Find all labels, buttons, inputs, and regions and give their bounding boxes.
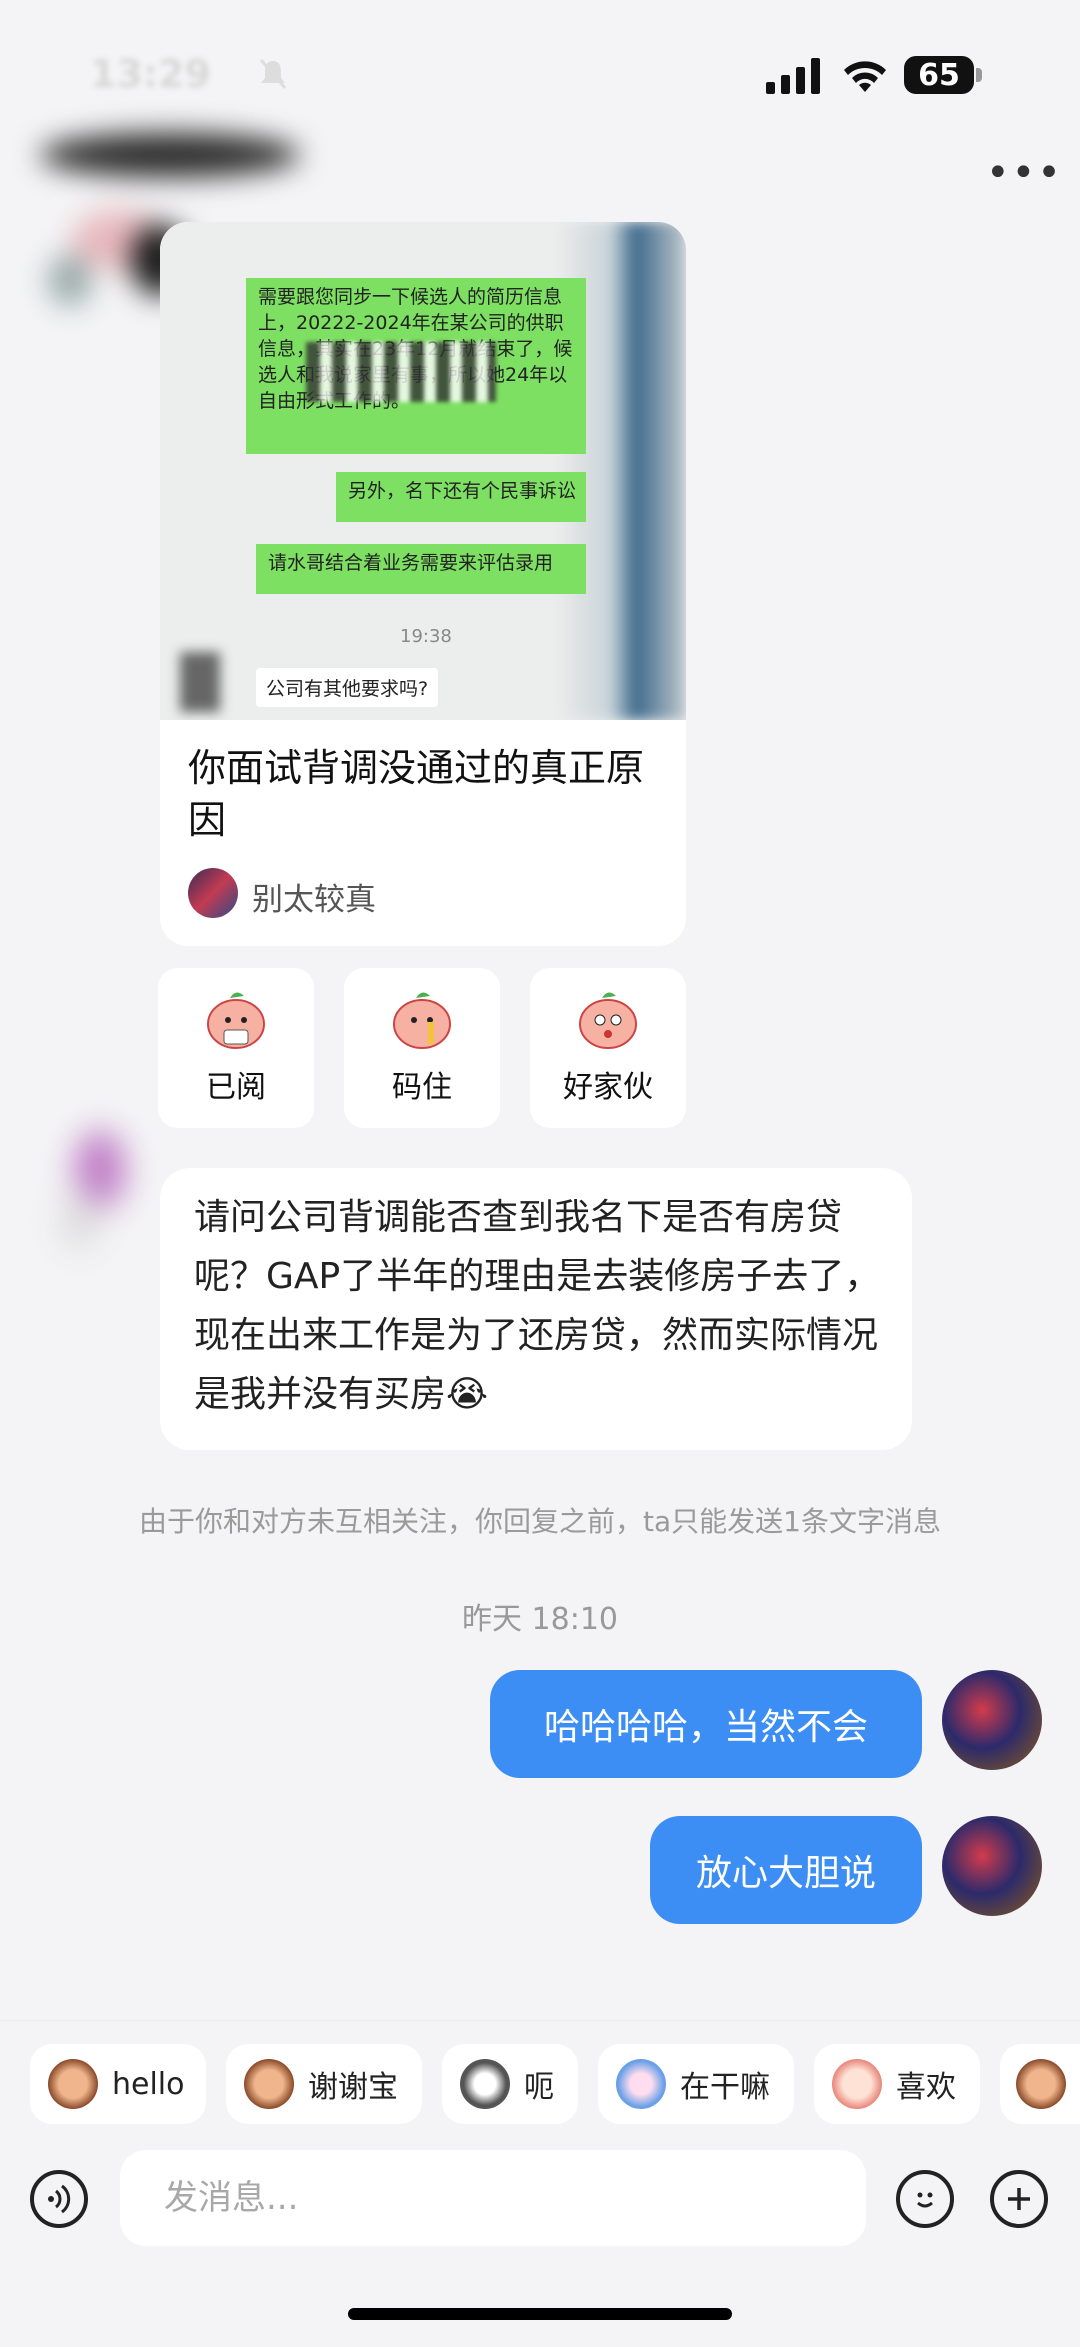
voice-input-icon[interactable]: [30, 2170, 88, 2228]
card-chat-msg-3: 请水哥结合着业务需要来评估录用: [256, 544, 586, 594]
monkey-icon: [1016, 2059, 1066, 2109]
reaction-label: 好家伙: [563, 1070, 653, 1105]
quick-reply-chip[interactable]: 谢谢宝: [226, 2044, 422, 2124]
message-limit-notice: 由于你和对方未互相关注，你回复之前，ta只能发送1条文字消息: [139, 1505, 941, 1538]
emoji-icon[interactable]: [896, 2170, 954, 2228]
card-cover-image: 需要跟您同步一下候选人的简历信息上，20222-2024年在某公司的供职信息，其…: [160, 222, 686, 720]
quick-reply-chip[interactable]: 在干嘛: [598, 2044, 794, 2124]
quick-reply-label: 呃: [524, 2070, 554, 2105]
reaction-save-button[interactable]: 码住: [344, 968, 500, 1128]
chat-timestamp: 昨天 18:10: [462, 1602, 618, 1637]
quick-reply-label: 喜欢: [896, 2070, 956, 2105]
quick-reply-chip[interactable]: hello: [30, 2044, 206, 2124]
message-input[interactable]: [120, 2150, 866, 2246]
add-icon[interactable]: [990, 2170, 1048, 2228]
battery-indicator: 65: [904, 56, 974, 94]
reaction-label: 码住: [392, 1070, 452, 1105]
peek-icon: [616, 2059, 666, 2109]
signal-icon: [766, 58, 822, 98]
status-time: 13:29: [90, 52, 211, 96]
home-indicator: [348, 2308, 732, 2320]
redaction-mark: [306, 342, 496, 402]
sent-message-text: 哈哈哈哈，当然不会: [543, 1707, 868, 1748]
reaction-label: 已阅: [206, 1070, 266, 1105]
peach-read-icon: [207, 992, 265, 1049]
card-author-name: 别太较真: [252, 882, 376, 918]
more-options-icon[interactable]: •••: [986, 150, 1063, 196]
quick-reply-chip[interactable]: 喜欢: [814, 2044, 980, 2124]
received-message-text: 请问公司背调能否查到我名下是否有房贷呢？GAP了半年的理由是去装修房子去了，现在…: [194, 1197, 881, 1415]
received-message-bubble[interactable]: 请问公司背调能否查到我名下是否有房贷呢？GAP了半年的理由是去装修房子去了，现在…: [160, 1168, 912, 1450]
quick-reply-label: 在干嘛: [680, 2070, 770, 2105]
sender-avatar[interactable]: [40, 1110, 150, 1270]
mute-icon: [258, 58, 288, 96]
sent-message-bubble[interactable]: 哈哈哈哈，当然不会: [490, 1670, 922, 1778]
sent-message-text: 放心大胆说: [695, 1853, 876, 1894]
battery-tip: [976, 68, 982, 82]
wifi-icon: [840, 56, 890, 98]
author-avatar: [188, 868, 238, 918]
card-chat-msg-2: 另外，名下还有个民事诉讼: [336, 472, 586, 522]
reaction-read-button[interactable]: 已阅: [158, 968, 314, 1128]
quick-reply-label: hello: [112, 2066, 185, 2102]
peach-wow-icon: [579, 992, 637, 1049]
card-chat-time: 19:38: [400, 626, 452, 647]
sent-message-bubble[interactable]: 放心大胆说: [650, 1816, 922, 1924]
card-chat-msg-4: 公司有其他要求吗?: [256, 668, 439, 707]
heart-eyes-icon: [832, 2059, 882, 2109]
reaction-wow-button[interactable]: 好家伙: [530, 968, 686, 1128]
cat-icon: [460, 2059, 510, 2109]
shared-note-card[interactable]: 需要跟您同步一下候选人的简历信息上，20222-2024年在某公司的供职信息，其…: [160, 222, 686, 946]
quick-reply-chip[interactable]: 呃: [442, 2044, 578, 2124]
quick-reply-chip-partial[interactable]: [1000, 2044, 1080, 2124]
monkey-rose-icon: [244, 2059, 294, 2109]
quick-reply-label: 谢谢宝: [308, 2070, 398, 2105]
my-avatar[interactable]: [942, 1816, 1042, 1916]
my-avatar[interactable]: [942, 1670, 1042, 1770]
peach-save-icon: [393, 992, 451, 1049]
card-title: 你面试背调没通过的真正原因: [188, 746, 645, 842]
monkey-icon: [48, 2059, 98, 2109]
